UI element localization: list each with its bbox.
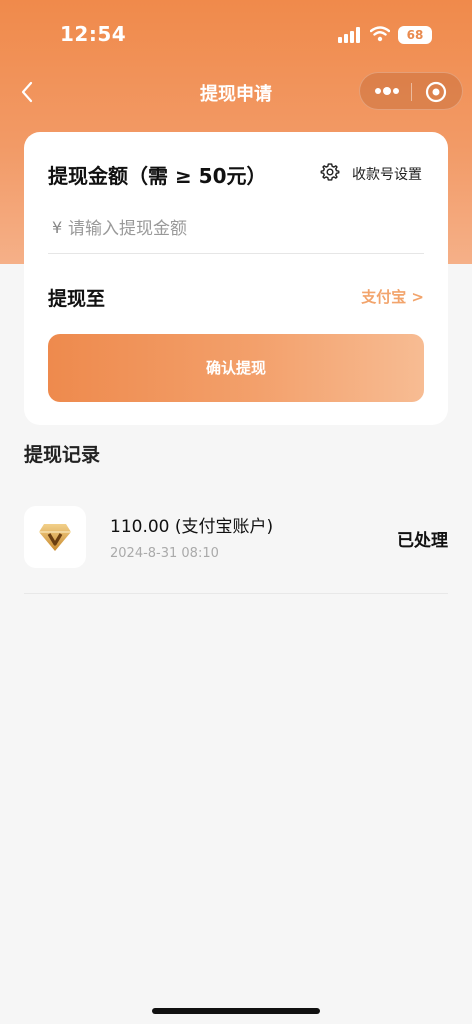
nav-bar: 提现申请 [0, 70, 472, 114]
amount-input-row: ¥ [48, 212, 424, 254]
records-title: 提现记录 [24, 444, 101, 466]
home-indicator[interactable] [152, 1008, 320, 1014]
battery-indicator: 68 [398, 26, 432, 44]
withdraw-form-card: 提现金额（需 ≥ 50元） 收款号设置 ¥ 提现至 支付宝 > 确认提现 [24, 132, 448, 425]
account-settings-label: 收款号设置 [352, 167, 422, 183]
destination-selector[interactable]: 支付宝 > [358, 286, 424, 307]
wifi-icon [370, 26, 390, 42]
destination-label: 提现至 [48, 288, 106, 310]
status-bar: 12:54 68 [0, 0, 472, 70]
mini-program-capsule [359, 72, 463, 110]
close-circle-icon[interactable] [424, 80, 448, 104]
gear-icon [320, 163, 340, 181]
amount-input[interactable] [68, 214, 408, 244]
record-icon-container [24, 506, 86, 568]
more-icon[interactable] [370, 81, 404, 101]
confirm-withdraw-button[interactable]: 确认提现 [48, 334, 424, 402]
status-time: 12:54 [60, 22, 127, 46]
diamond-icon [39, 524, 71, 551]
record-time: 2024-8-31 08:10 [110, 546, 219, 561]
record-amount: 110.00 (支付宝账户) [110, 517, 274, 537]
signal-icon [338, 27, 360, 43]
currency-symbol: ¥ [52, 218, 63, 237]
capsule-divider [411, 83, 412, 101]
record-item[interactable]: 110.00 (支付宝账户) 2024-8-31 08:10 已处理 [24, 496, 448, 594]
amount-title: 提现金额（需 ≥ 50元） [48, 164, 267, 188]
record-status: 已处理 [397, 531, 448, 551]
